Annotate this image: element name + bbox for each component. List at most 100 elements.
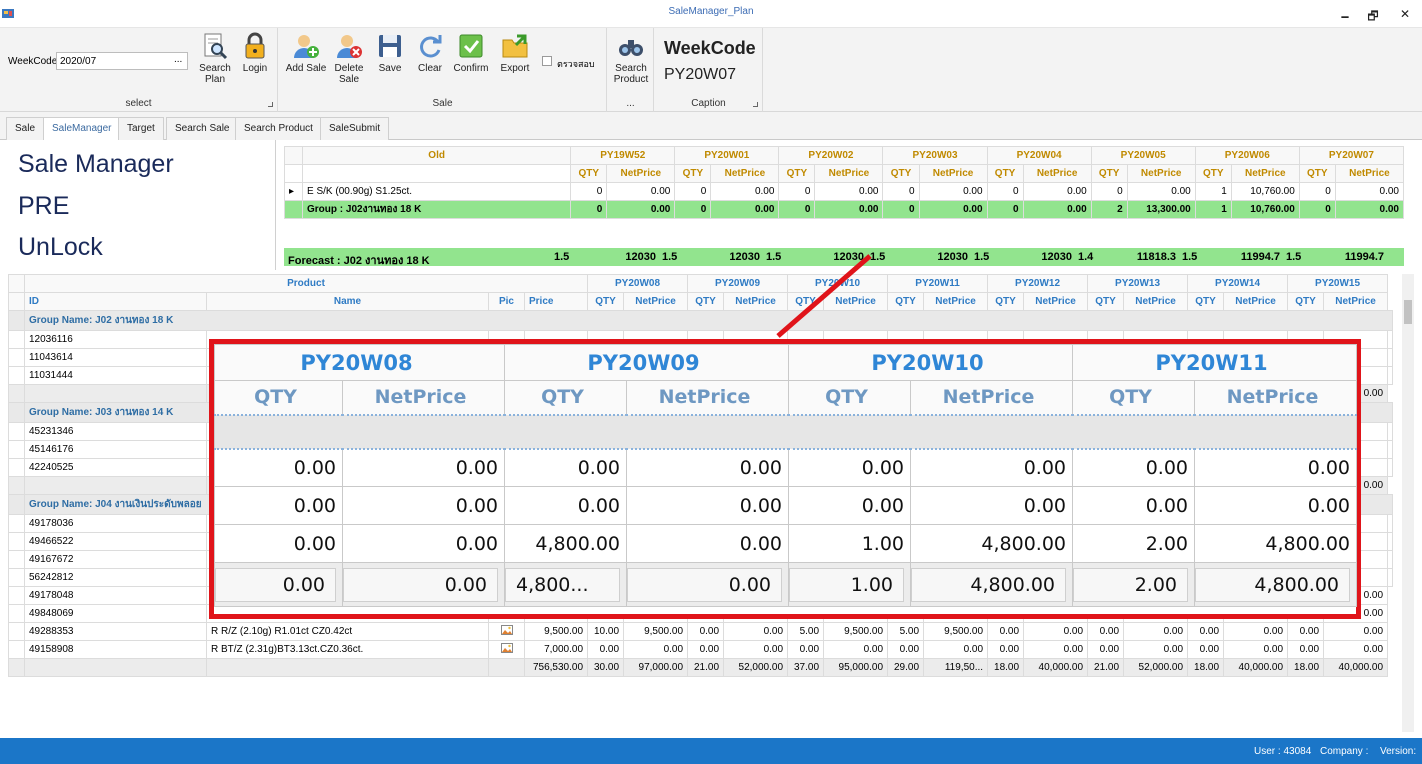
qty-header: QTY [1087, 292, 1125, 311]
product-name: R BT/Z (2.31g)BT3.13ct.CZ0.36ct. [206, 640, 489, 659]
table-cell: 0.00 [910, 448, 1073, 487]
product-name: E S/K (00.90g) S1.25ct. [302, 182, 572, 201]
week-header: PY20W07 [1298, 146, 1405, 165]
table-cell: 0.00 [918, 182, 988, 201]
table-cell: 0.00 [814, 182, 884, 201]
product-id[interactable]: 49167672 [24, 550, 207, 569]
netprice-header: NetPrice [1023, 292, 1089, 311]
header-row: Old PY19W52 PY20W01 PY20W02 PY20W03 PY20W04 PY… [283, 146, 1405, 165]
table-row[interactable]: 49288353 R R/Z (2.10g) R1.01ct CZ0.42ct 9,… [8, 622, 1393, 641]
footer-cell: 119,50... [923, 658, 989, 677]
add-sale-button[interactable]: Add Sale [285, 32, 327, 74]
tab-salesubmit[interactable]: SaleSubmit [320, 117, 390, 140]
weekcode-input[interactable] [56, 52, 188, 70]
table-row: 0.00 0.00 0.00 0.00 0.00 0.00 0.00 0.00 [214, 448, 1357, 487]
footer-cell: 30.00 [587, 658, 625, 677]
forecast-value: 1.5 [870, 251, 886, 263]
row-indicator [8, 330, 25, 349]
group-launcher-icon[interactable] [753, 102, 758, 107]
week-header: PY20W11 [887, 274, 989, 293]
week-header: PY20W09 [504, 344, 789, 381]
total-cell: 1.00 [788, 562, 911, 607]
table-cell: 0.00 [214, 486, 343, 525]
netprice-header: NetPrice [923, 292, 989, 311]
group-header-row[interactable]: Group Name: J02 งานทอง 18 K [8, 310, 1393, 331]
vertical-scrollbar[interactable] [1402, 274, 1414, 732]
minimize-button[interactable]: 🗕 [1338, 7, 1352, 28]
table-cell: 4,800.00 [910, 524, 1073, 563]
blank-cell [214, 413, 1357, 450]
search-plan-button[interactable]: Search Plan [197, 32, 233, 85]
weekcode-browse-button[interactable]: ... [174, 54, 182, 65]
product-id[interactable]: 11043614 [24, 348, 207, 367]
table-cell: 0.00 [1387, 440, 1393, 459]
forecast-value: 1.5 [766, 251, 782, 263]
scrollbar-thumb[interactable] [1404, 300, 1412, 324]
clear-label: Clear [418, 63, 442, 74]
netprice-header: NetPrice [1123, 292, 1189, 311]
product-id[interactable]: 49178048 [24, 586, 207, 605]
id-header[interactable]: ID [24, 292, 207, 311]
table-row[interactable]: 49158908 R BT/Z (2.31g)BT3.13ct.CZ0.36ct.… [8, 640, 1393, 659]
product-id[interactable]: 49158908 [24, 640, 207, 659]
group-label-select: select [125, 98, 152, 109]
table-cell: 0 [1090, 182, 1128, 201]
table-cell: 0.00 [606, 200, 676, 219]
login-button[interactable]: Login [238, 32, 272, 74]
tab-sale[interactable]: Sale [6, 117, 45, 140]
product-id[interactable]: 42240525 [24, 458, 207, 477]
table-cell: 000.00 [1387, 458, 1393, 477]
row-expand-icon[interactable]: ▸ [283, 182, 304, 201]
table-cell: 0.00 [710, 200, 780, 219]
tab-target[interactable]: Target [118, 117, 164, 140]
save-button[interactable]: Save [373, 32, 407, 74]
table-cell: 0.00 [504, 486, 627, 525]
restore-button[interactable]: 🗗 [1366, 7, 1380, 28]
panel-title: Sale Manager [18, 150, 174, 178]
name-header[interactable]: Name [206, 292, 489, 311]
picture-icon[interactable] [488, 640, 525, 659]
total-cell: 0.00 [626, 562, 789, 607]
product-id[interactable]: 56242812 [24, 568, 207, 587]
product-id[interactable]: 49178036 [24, 514, 207, 533]
pic-header[interactable]: Pic [488, 292, 525, 311]
product-id[interactable]: 45146176 [24, 440, 207, 459]
table-cell [24, 476, 207, 495]
confirm-button[interactable]: Confirm [451, 32, 491, 74]
price-cell: 7,000.00 [523, 640, 589, 659]
search-product-button[interactable]: Search Product [610, 32, 652, 85]
footer-cell: 29.00 [887, 658, 925, 677]
qty-header: QTY [214, 380, 343, 415]
product-id[interactable]: 49466522 [24, 532, 207, 551]
product-id[interactable]: 49848069 [24, 604, 207, 623]
price-header[interactable]: Price [523, 292, 589, 311]
export-label: Export [500, 63, 530, 74]
product-id[interactable]: 11031444 [24, 366, 207, 385]
table-row[interactable]: ▸ E S/K (00.90g) S1.25ct. 0 0.00 0 0.00 0 0.00 0… [283, 182, 1405, 201]
tab-search-sale[interactable]: Search Sale [166, 117, 239, 140]
table-cell: 0 [986, 200, 1024, 219]
blank-cell [8, 658, 25, 677]
tab-salemanager[interactable]: SaleManager [43, 117, 121, 141]
picture-icon[interactable] [488, 622, 525, 641]
week-header: PY20W14 [1187, 274, 1289, 293]
check-checkbox[interactable] [542, 56, 552, 66]
tab-search-product[interactable]: Search Product [235, 117, 322, 140]
export-button[interactable]: Export [495, 32, 535, 74]
group-label-caption: Caption [691, 98, 726, 109]
blank-cell [8, 402, 25, 423]
clear-button[interactable]: Clear [413, 32, 447, 74]
group-label-search: ... [626, 98, 635, 109]
product-id[interactable]: 49288353 [24, 622, 207, 641]
table-cell: 0.00 [1126, 182, 1196, 201]
product-id[interactable]: 12036116 [24, 330, 207, 349]
close-button[interactable]: ✕ [1398, 7, 1412, 21]
price-cell: 9,500.00 [523, 622, 589, 641]
footer-total-row: 756,530.00 30.00 97,000.00 21.00 52,000.00 37… [8, 658, 1393, 677]
table-cell: 0.00 [1323, 640, 1389, 659]
row-indicator [8, 348, 25, 367]
delete-sale-button[interactable]: Delete Sale [329, 32, 369, 85]
table-cell: 0.00 [788, 486, 911, 525]
group-launcher-icon[interactable] [268, 102, 273, 107]
product-id[interactable]: 45231346 [24, 422, 207, 441]
